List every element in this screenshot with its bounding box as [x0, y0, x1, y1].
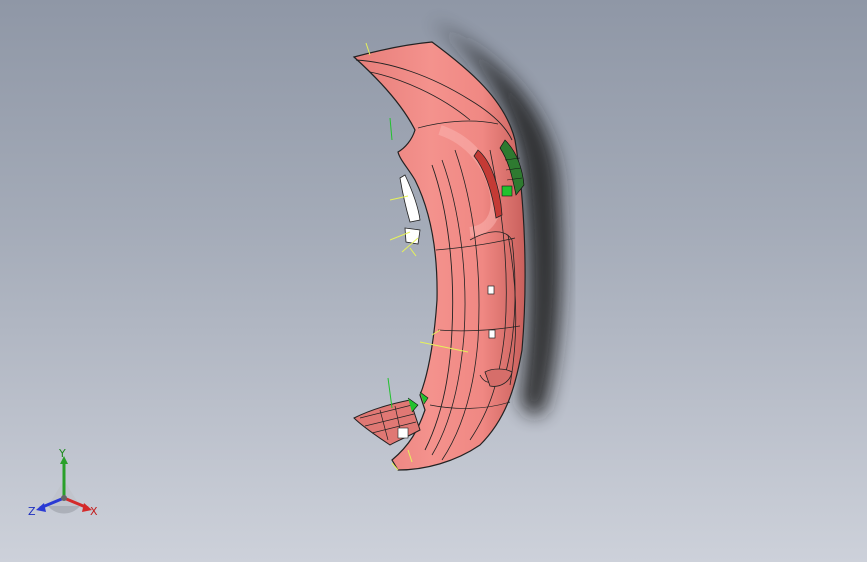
flange-opening-2 [404, 227, 421, 245]
coordinate-triad[interactable]: Y X Z [20, 446, 110, 526]
bumper-model[interactable] [0, 0, 867, 562]
triad-y-label: Y [59, 447, 66, 460]
triad-x-label: X [90, 505, 98, 518]
clip-hole-2 [488, 329, 496, 339]
triad-z-label: Z [28, 505, 36, 518]
bumper-body[interactable] [352, 41, 526, 471]
clip-hole-1 [487, 285, 495, 295]
graphics-viewport[interactable]: Y X Z [0, 0, 867, 562]
